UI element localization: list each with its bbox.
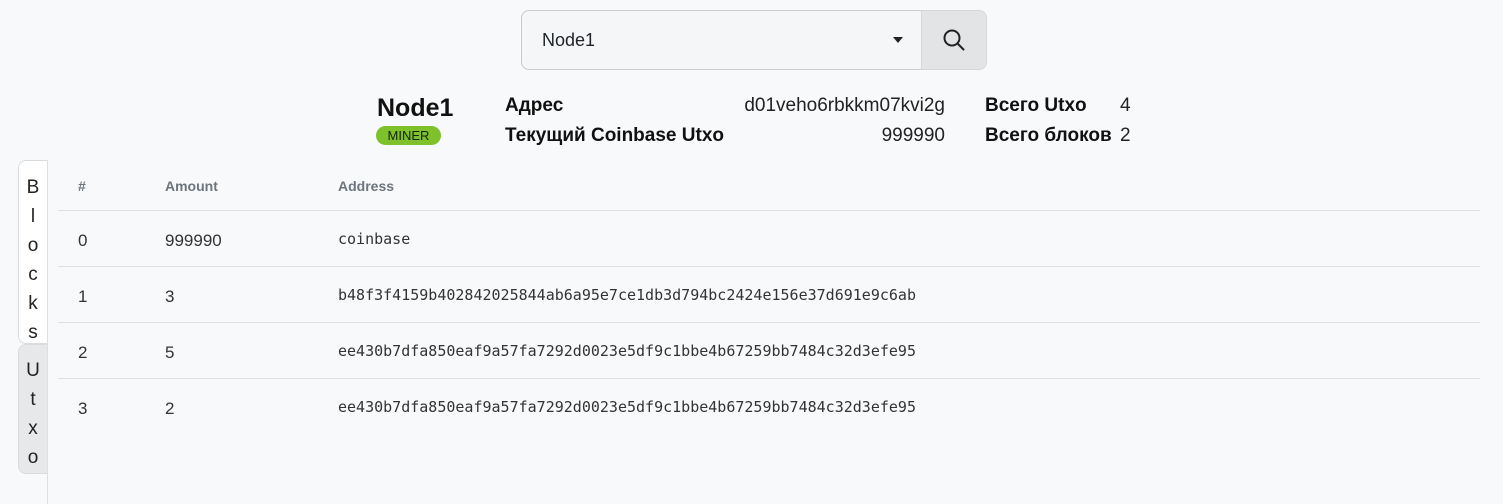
utxo-table: # Amount Address 0 999990 coinbase 1 3 b… xyxy=(58,160,1480,434)
tab-letter: c xyxy=(28,264,38,285)
row-index: 0 xyxy=(78,231,88,250)
tab-letter: o xyxy=(27,235,39,256)
table-row: 0 999990 coinbase xyxy=(58,211,1480,267)
total-utxo-value: 4 xyxy=(1120,95,1131,116)
tab-blocks-label: Blocks xyxy=(27,173,40,347)
node-title: Node1 xyxy=(377,94,454,122)
tab-utxo[interactable]: Utxo xyxy=(18,344,47,474)
app-page: Node1 Node1 MINER Адрес d01veho6rbkkm07k… xyxy=(0,0,1503,504)
tab-letter: U xyxy=(26,360,40,381)
row-amount: 3 xyxy=(165,287,175,306)
node-select[interactable]: Node1 xyxy=(521,10,921,70)
tab-letter: o xyxy=(27,447,39,468)
table-row: 3 2 ee430b7dfa850eaf9a57fa7292d0023e5df9… xyxy=(58,379,1480,434)
search-icon xyxy=(943,29,965,51)
row-amount: 5 xyxy=(165,343,175,362)
row-address: ee430b7dfa850eaf9a57fa7292d0023e5df9c1bb… xyxy=(338,342,916,360)
tab-divider xyxy=(47,160,48,504)
tab-letter: t xyxy=(30,389,36,410)
chevron-down-icon xyxy=(893,37,903,43)
row-index: 2 xyxy=(78,343,88,362)
tab-letter: x xyxy=(28,418,38,439)
table-row: 2 5 ee430b7dfa850eaf9a57fa7292d0023e5df9… xyxy=(58,323,1480,379)
row-amount: 2 xyxy=(165,399,175,418)
node-search-bar: Node1 xyxy=(521,10,987,70)
header-address: Address xyxy=(338,178,395,194)
total-utxo-label: Всего Utxo xyxy=(985,95,1087,116)
row-amount: 999990 xyxy=(165,231,222,250)
total-blocks-value: 2 xyxy=(1120,125,1131,146)
header-index: # xyxy=(78,178,86,194)
table-row: 1 3 b48f3f4159b402842025844ab6a95e7ce1db… xyxy=(58,267,1480,323)
coinbase-utxo-value: 999990 xyxy=(881,125,945,146)
address-label: Адрес xyxy=(505,95,564,116)
row-index: 1 xyxy=(78,287,88,306)
header-amount: Amount xyxy=(165,178,218,194)
row-index: 3 xyxy=(78,399,88,418)
tab-letter: l xyxy=(30,206,36,227)
role-badge: MINER xyxy=(376,126,441,145)
tab-blocks[interactable]: Blocks xyxy=(18,160,47,344)
row-address: ee430b7dfa850eaf9a57fa7292d0023e5df9c1bb… xyxy=(338,398,916,416)
total-blocks-label: Всего блоков xyxy=(985,125,1112,146)
tab-letter: s xyxy=(28,322,38,343)
tab-letter: B xyxy=(26,177,40,198)
table-header: # Amount Address xyxy=(58,160,1480,211)
tab-letter: k xyxy=(28,293,38,314)
node-select-value: Node1 xyxy=(542,29,596,50)
search-button[interactable] xyxy=(921,10,987,70)
tab-utxo-label: Utxo xyxy=(26,356,40,472)
row-address: b48f3f4159b402842025844ab6a95e7ce1db3d79… xyxy=(338,286,916,304)
coinbase-utxo-label: Текущий Coinbase Utxo xyxy=(505,125,724,146)
address-value: d01veho6rbkkm07kvi2g xyxy=(744,95,945,116)
row-address: coinbase xyxy=(338,230,411,248)
